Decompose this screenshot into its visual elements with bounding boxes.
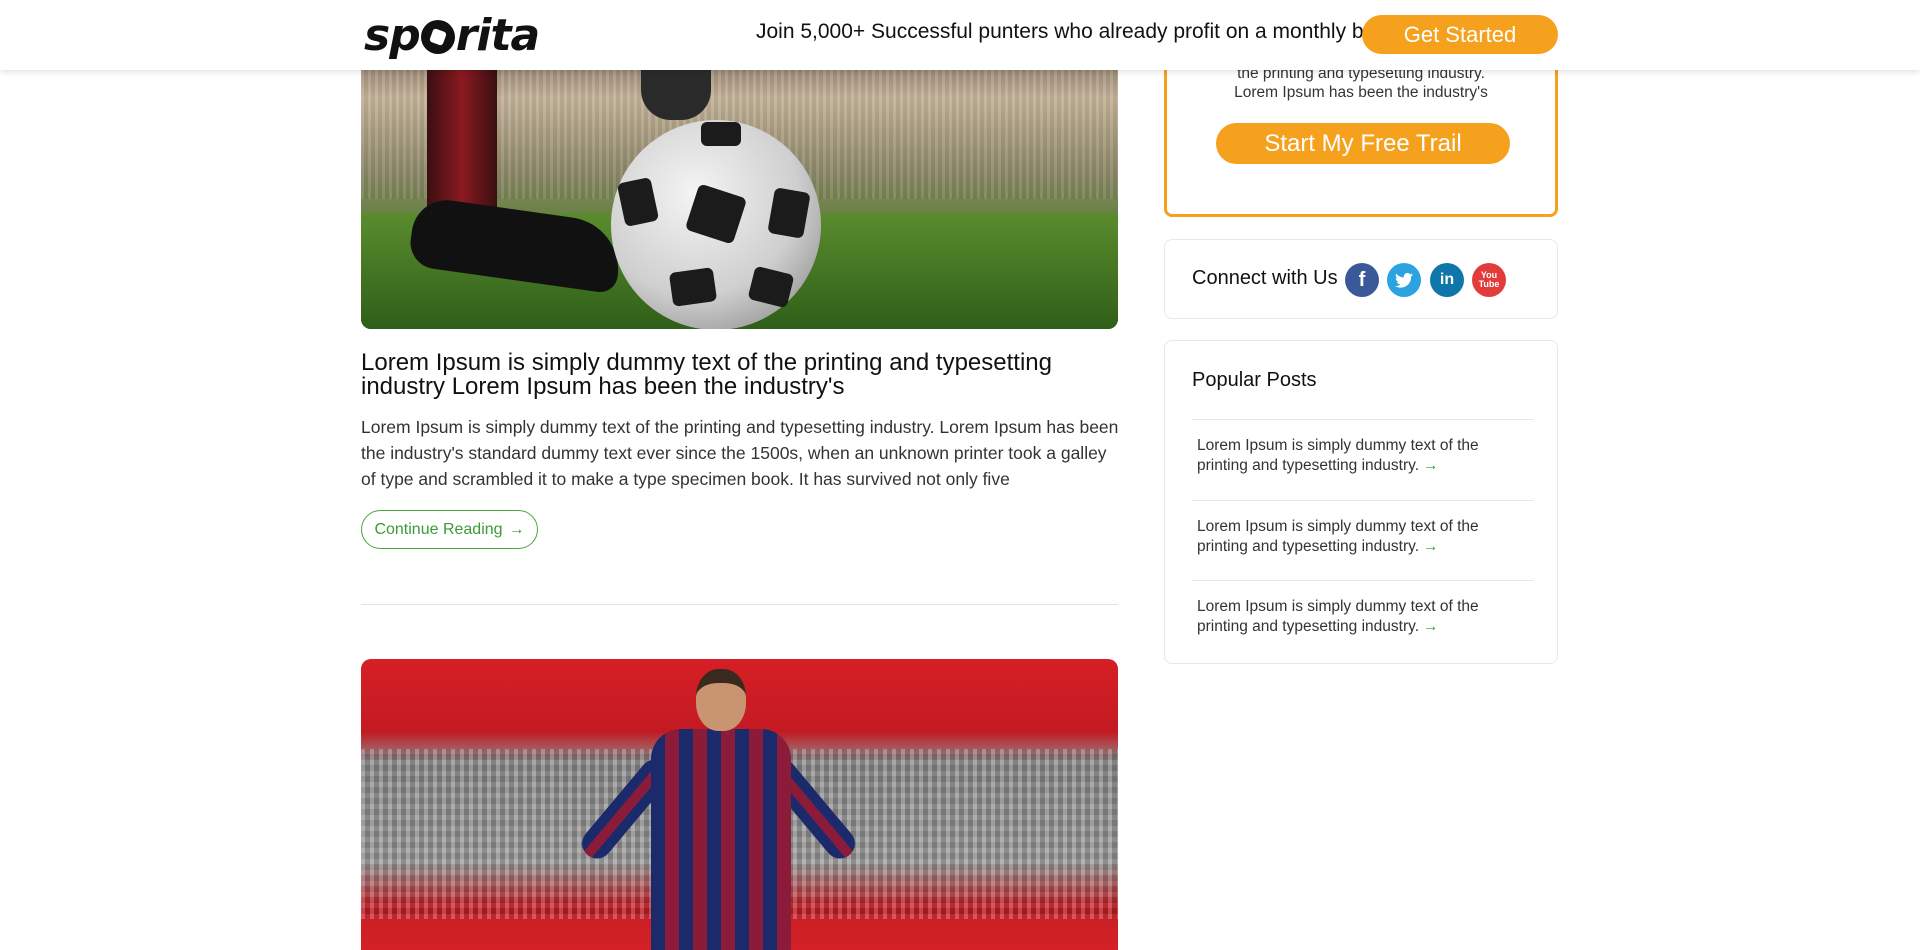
arrow-right-icon: → <box>1423 618 1439 635</box>
popular-posts-box: Popular Posts Lorem Ipsum is simply dumm… <box>1164 340 1558 664</box>
arrow-right-icon: → <box>1423 538 1439 555</box>
article-image[interactable] <box>361 40 1118 329</box>
popular-post-item[interactable]: Lorem Ipsum is simply dummy text of the … <box>1192 580 1534 661</box>
soccer-ball-graphic <box>611 120 821 329</box>
linkedin-icon[interactable]: in <box>1430 263 1464 297</box>
site-logo[interactable]: sp rita <box>364 10 540 61</box>
article-title[interactable]: Lorem Ipsum is simply dummy text of the … <box>361 351 1081 399</box>
article-image[interactable] <box>361 659 1118 950</box>
get-started-button[interactable]: Get Started <box>1362 15 1558 54</box>
twitter-icon[interactable] <box>1387 263 1421 297</box>
article-excerpt: Lorem Ipsum is simply dummy text of the … <box>361 417 1119 489</box>
article-divider <box>361 604 1118 605</box>
header-tagline: Join 5,000+ Successful punters who alrea… <box>756 20 1401 43</box>
continue-reading-button[interactable]: Continue Reading → <box>361 510 538 549</box>
youtube-icon[interactable]: You Tube <box>1472 263 1506 297</box>
arrow-right-icon: → <box>1423 457 1439 474</box>
arrow-right-icon: → <box>508 520 525 538</box>
start-free-trial-button[interactable]: Start My Free Trail <box>1216 123 1510 164</box>
connect-title: Connect with Us <box>1192 267 1338 289</box>
connect-box: Connect with Us f in You Tube <box>1164 239 1558 319</box>
facebook-icon[interactable]: f <box>1345 263 1379 297</box>
site-header: sp rita Join 5,000+ Successful punters wh… <box>0 0 1920 70</box>
football-player-graphic <box>575 669 862 950</box>
popular-post-item[interactable]: Lorem Ipsum is simply dummy text of the … <box>1192 419 1534 500</box>
continue-reading-label: Continue Reading <box>374 520 503 538</box>
soccer-ball-icon <box>420 20 455 54</box>
popular-posts-title: Popular Posts <box>1192 369 1317 391</box>
popular-post-item[interactable]: Lorem Ipsum is simply dummy text of the … <box>1192 500 1534 581</box>
cta-text-line: Lorem Ipsum has been the industry's <box>1234 84 1488 101</box>
